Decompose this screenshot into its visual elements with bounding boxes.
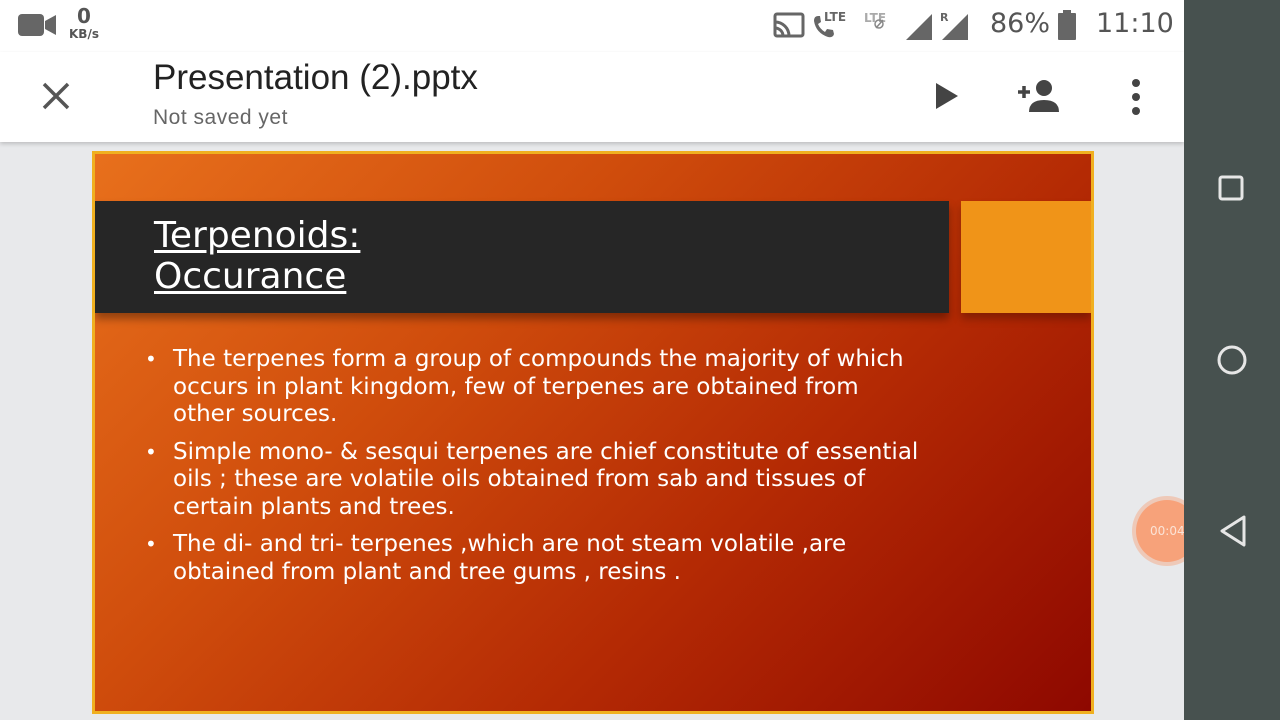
document-title: Presentation (2).pptx <box>153 58 478 97</box>
bullet-item: The di- and tri- terpenes ,which are not… <box>145 531 925 586</box>
close-icon[interactable] <box>38 78 74 114</box>
slide-title[interactable]: Terpenoids: Occurance <box>154 215 360 297</box>
cast-icon <box>773 12 805 38</box>
net-speed: 0 KB/s <box>64 6 104 40</box>
home-circle-icon[interactable] <box>1216 344 1248 376</box>
app-bar: Presentation (2).pptx Not saved yet <box>0 52 1184 142</box>
battery-percent: 86% <box>990 8 1051 39</box>
back-triangle-icon[interactable] <box>1218 514 1248 548</box>
navigation-bar <box>1184 0 1280 720</box>
slide-bullet-list[interactable]: The terpenes form a group of compounds t… <box>145 346 925 596</box>
slide-canvas[interactable]: Terpenoids: Occurance The terpenes form … <box>92 151 1094 714</box>
play-icon[interactable] <box>930 80 962 112</box>
add-person-icon[interactable] <box>1016 78 1064 114</box>
more-vert-icon[interactable] <box>1124 78 1148 116</box>
net-speed-value: 0 <box>77 4 91 28</box>
save-status: Not saved yet <box>153 106 288 129</box>
lte-label-1: LTE <box>824 10 846 24</box>
status-bar: 0 KB/s LTE LTE R 86% 11:10 <box>0 0 1184 52</box>
slide-accent-box <box>961 201 1091 313</box>
slide-title-line-1: Terpenoids: <box>154 215 361 256</box>
recents-square-icon[interactable] <box>1218 175 1244 201</box>
net-speed-unit: KB/s <box>69 27 99 41</box>
clock: 11:10 <box>1096 8 1174 39</box>
video-camera-icon <box>18 14 56 36</box>
network-status-icons: LTE LTE R <box>773 10 968 40</box>
battery-icon <box>1058 10 1076 40</box>
bullet-item: Simple mono- & sesqui terpenes are chief… <box>145 439 925 522</box>
roaming-label: R <box>940 11 949 24</box>
slide-title-line-2: Occurance <box>154 256 347 297</box>
signal-1-icon <box>906 14 932 40</box>
slide-title-bar: Terpenoids: Occurance <box>95 201 949 313</box>
bullet-item: The terpenes form a group of compounds t… <box>145 346 925 429</box>
